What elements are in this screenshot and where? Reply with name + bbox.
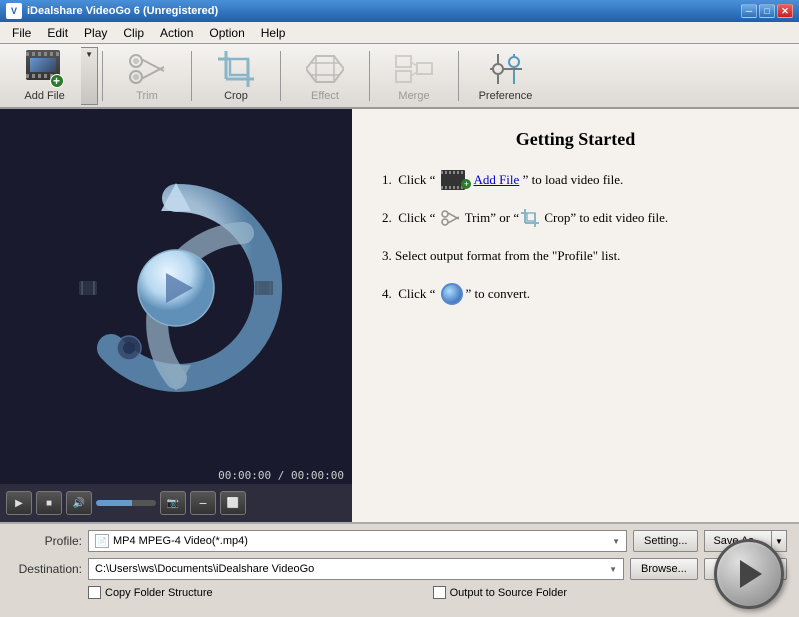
snapshot-button[interactable]: 📷 — [160, 491, 186, 515]
profile-dropdown[interactable]: 📄 MP4 MPEG-4 Video(*.mp4) ▼ — [88, 530, 627, 552]
convert-button[interactable] — [714, 539, 784, 609]
merge-button[interactable]: Merge — [374, 47, 454, 105]
stop-button[interactable]: ■ — [36, 491, 62, 515]
main-content: 00:00:00 / 00:00:00 ▶ ■ 🔊 📷 − ⬜ Getting … — [0, 109, 799, 522]
fullscreen-button[interactable]: ⬜ — [220, 491, 246, 515]
profile-value: MP4 MPEG-4 Video(*.mp4) — [113, 535, 248, 547]
preference-button[interactable]: Preference — [463, 47, 548, 105]
merge-label: Merge — [398, 90, 429, 102]
volume-button[interactable]: 🔊 — [66, 491, 92, 515]
profile-row: Profile: 📄 MP4 MPEG-4 Video(*.mp4) ▼ Set… — [12, 530, 787, 552]
bottom-bar: Profile: 📄 MP4 MPEG-4 Video(*.mp4) ▼ Set… — [0, 522, 799, 617]
menu-clip[interactable]: Clip — [115, 24, 152, 42]
step-3: 3. Select output format from the "Profil… — [382, 246, 769, 266]
total-time: 00:00:00 — [291, 469, 344, 482]
output-source-label: Output to Source Folder — [450, 587, 567, 599]
destination-input[interactable]: C:\Users\ws\Documents\iDealshare VideoGo… — [88, 558, 624, 580]
setting-button[interactable]: Setting... — [633, 530, 698, 552]
videogo-graphic — [61, 173, 291, 403]
destination-row: Destination: C:\Users\ws\Documents\iDeal… — [12, 558, 787, 580]
effect-label: Effect — [311, 90, 339, 102]
play-button[interactable]: ▶ — [6, 491, 32, 515]
crop-icon — [217, 50, 255, 88]
step-2: 2. Click “ Trim” or “ — [382, 208, 769, 228]
profile-label: Profile: — [12, 534, 82, 548]
window-title: iDealshare VideoGo 6 (Unregistered) — [27, 5, 741, 17]
zoom-out-button[interactable]: − — [190, 491, 216, 515]
step-1: 1. Click “ + Add File ” to load video fi… — [382, 170, 769, 190]
trim-icon — [128, 50, 166, 88]
trim-label: Trim — [136, 90, 158, 102]
right-panel: Getting Started 1. Click “ + Add File ” … — [352, 109, 799, 522]
step-1-post: ” to load video file. — [519, 170, 623, 190]
add-file-label: Add File — [24, 90, 64, 102]
step-1-pre: 1. Click “ — [382, 170, 435, 190]
separator-4 — [369, 51, 370, 101]
maximize-button[interactable]: □ — [759, 4, 775, 18]
copy-folder-label: Copy Folder Structure — [105, 587, 213, 599]
mp4-file-icon: 📄 — [95, 534, 109, 548]
effect-icon — [306, 50, 344, 88]
menu-file[interactable]: File — [4, 24, 39, 42]
menu-action[interactable]: Action — [152, 24, 201, 42]
convert-mini-icon — [441, 283, 463, 305]
add-file-dropdown[interactable]: ▼ — [81, 47, 98, 105]
crop-mini-icon — [521, 209, 539, 227]
step-3-text: 3. Select output format from the "Profil… — [382, 246, 620, 266]
separator-3 — [280, 51, 281, 101]
separator-5 — [458, 51, 459, 101]
close-button[interactable]: ✕ — [777, 4, 793, 18]
preference-icon — [487, 50, 525, 88]
window-controls: ─ □ ✕ — [741, 4, 793, 18]
crop-label: Crop — [224, 90, 248, 102]
checkbox-row: Copy Folder Structure Output to Source F… — [12, 586, 787, 599]
step-2-pre: 2. Click “ — [382, 208, 435, 228]
destination-value: C:\Users\ws\Documents\iDealshare VideoGo — [95, 563, 314, 575]
video-panel: 00:00:00 / 00:00:00 ▶ ■ 🔊 📷 − ⬜ — [0, 109, 352, 522]
effect-button[interactable]: Effect — [285, 47, 365, 105]
step-4-pre: 4. Click “ — [382, 284, 435, 304]
video-display — [0, 109, 352, 467]
copy-folder-checkbox-box[interactable] — [88, 586, 101, 599]
browse-button[interactable]: Browse... — [630, 558, 698, 580]
step-1-link[interactable]: Add File — [473, 170, 519, 190]
dest-arrow: ▼ — [609, 565, 617, 574]
menu-help[interactable]: Help — [253, 24, 294, 42]
volume-slider[interactable] — [96, 500, 156, 506]
time-sep: / — [271, 469, 291, 482]
separator-1 — [102, 51, 103, 101]
crop-button[interactable]: Crop — [196, 47, 276, 105]
copy-folder-checkbox[interactable]: Copy Folder Structure — [88, 586, 213, 599]
title-bar: V iDealshare VideoGo 6 (Unregistered) ─ … — [0, 0, 799, 22]
add-file-button[interactable]: + Add File ▼ — [8, 47, 98, 105]
preference-label: Preference — [479, 90, 533, 102]
app-icon: V — [6, 3, 22, 19]
separator-2 — [191, 51, 192, 101]
menu-option[interactable]: Option — [201, 24, 252, 42]
step-2-crop: Crop” to edit video file. — [541, 208, 668, 228]
menu-edit[interactable]: Edit — [39, 24, 76, 42]
current-time: 00:00:00 — [218, 469, 271, 482]
step-4: 4. Click “ ” to convert. — [382, 283, 769, 305]
merge-icon — [395, 50, 433, 88]
getting-started-title: Getting Started — [382, 129, 769, 150]
plus-icon: + — [50, 74, 64, 88]
getting-started: Getting Started 1. Click “ + Add File ” … — [382, 129, 769, 305]
time-display: 00:00:00 / 00:00:00 — [0, 467, 352, 484]
output-source-checkbox-box[interactable] — [433, 586, 446, 599]
trim-button[interactable]: Trim — [107, 47, 187, 105]
menu-bar: File Edit Play Clip Action Option Help — [0, 22, 799, 44]
add-file-icon: + — [26, 50, 64, 88]
step-4-post: ” to convert. — [465, 284, 530, 304]
video-controls: ▶ ■ 🔊 📷 − ⬜ — [0, 484, 352, 522]
minimize-button[interactable]: ─ — [741, 4, 757, 18]
add-file-mini-icon: + — [441, 170, 471, 190]
profile-dropdown-arrow: ▼ — [612, 537, 620, 546]
trim-mini-icon — [441, 210, 459, 226]
output-source-checkbox[interactable]: Output to Source Folder — [433, 586, 567, 599]
toolbar: + Add File ▼ Trim — [0, 44, 799, 109]
step-2-trim: Trim” or “ — [461, 208, 519, 228]
destination-label: Destination: — [12, 562, 82, 576]
menu-play[interactable]: Play — [76, 24, 115, 42]
